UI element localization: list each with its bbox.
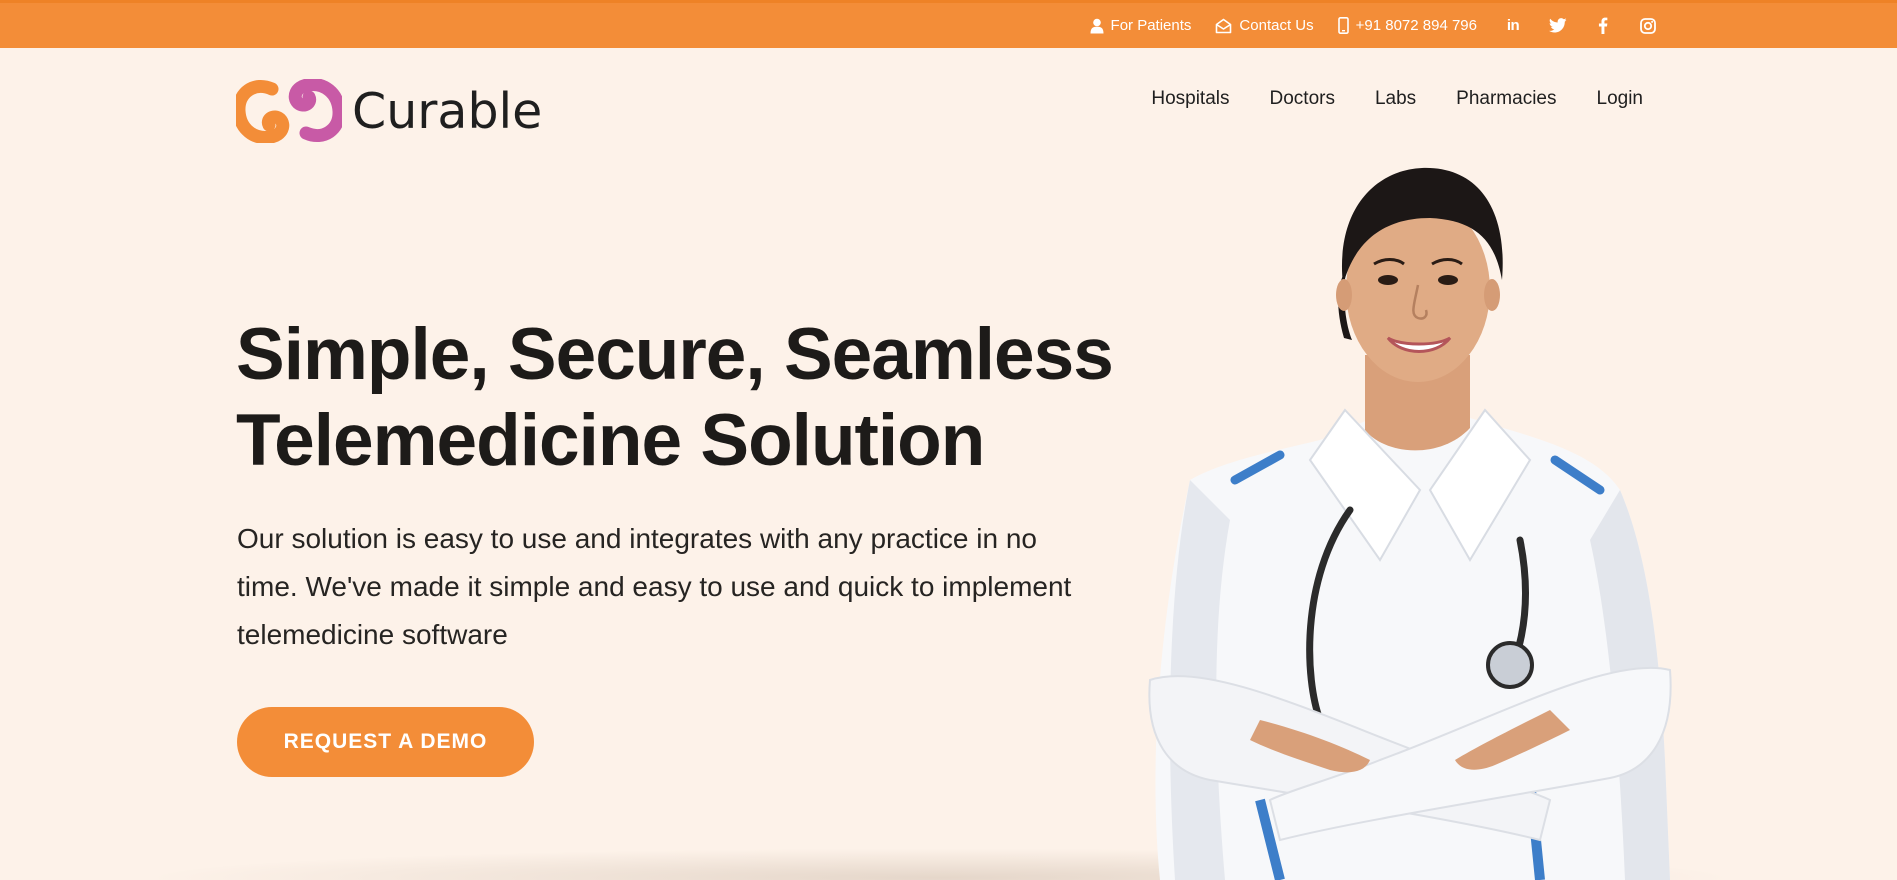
doctor-illustration: [1148, 167, 1672, 880]
for-patients-label: For Patients: [1110, 17, 1192, 34]
phone-link[interactable]: +91 8072 894 796: [1337, 17, 1477, 34]
request-demo-button[interactable]: REQUEST A DEMO: [237, 707, 534, 777]
mobile-phone-icon: [1337, 17, 1349, 34]
main-nav: Hospitals Doctors Labs Pharmacies Login: [1111, 84, 1643, 114]
curable-logo-icon: [236, 79, 342, 143]
user-icon: [1090, 18, 1104, 33]
contact-us-link[interactable]: Contact Us: [1215, 17, 1314, 34]
hero-title: Simple, Secure, Seamless Telemedicine So…: [236, 312, 1114, 484]
nav-item-hospitals[interactable]: Hospitals: [1151, 88, 1229, 110]
twitter-link[interactable]: [1548, 16, 1568, 36]
linkedin-link[interactable]: in: [1503, 16, 1523, 36]
for-patients-link[interactable]: For Patients: [1090, 17, 1192, 34]
top-bar-items: For Patients Contact Us +91 8072 894 796…: [1090, 3, 1658, 48]
brand-name: Curable: [352, 82, 543, 140]
nav-item-login[interactable]: Login: [1597, 88, 1644, 110]
phone-number: +91 8072 894 796: [1355, 17, 1477, 34]
nav-item-labs[interactable]: Labs: [1375, 88, 1416, 110]
linkedin-icon: in: [1506, 17, 1520, 34]
nav-item-pharmacies[interactable]: Pharmacies: [1456, 88, 1556, 110]
envelope-open-icon: [1216, 18, 1232, 33]
nav-item-doctors[interactable]: Doctors: [1270, 88, 1335, 110]
twitter-icon: [1549, 18, 1567, 33]
brand-logo[interactable]: Curable: [236, 78, 542, 144]
facebook-link[interactable]: [1593, 16, 1613, 36]
social-links: in: [1501, 16, 1658, 36]
hero-title-line-1: Simple, Secure, Seamless: [236, 314, 1114, 395]
instagram-icon: [1640, 17, 1656, 34]
facebook-icon: [1598, 17, 1608, 34]
instagram-link[interactable]: [1638, 16, 1658, 36]
hero-title-line-2: Telemedicine Solution: [236, 400, 985, 481]
hero-description: Our solution is easy to use and integrat…: [237, 523, 1072, 650]
contact-us-label: Contact Us: [1239, 17, 1314, 34]
top-bar: For Patients Contact Us +91 8072 894 796…: [0, 0, 1897, 48]
